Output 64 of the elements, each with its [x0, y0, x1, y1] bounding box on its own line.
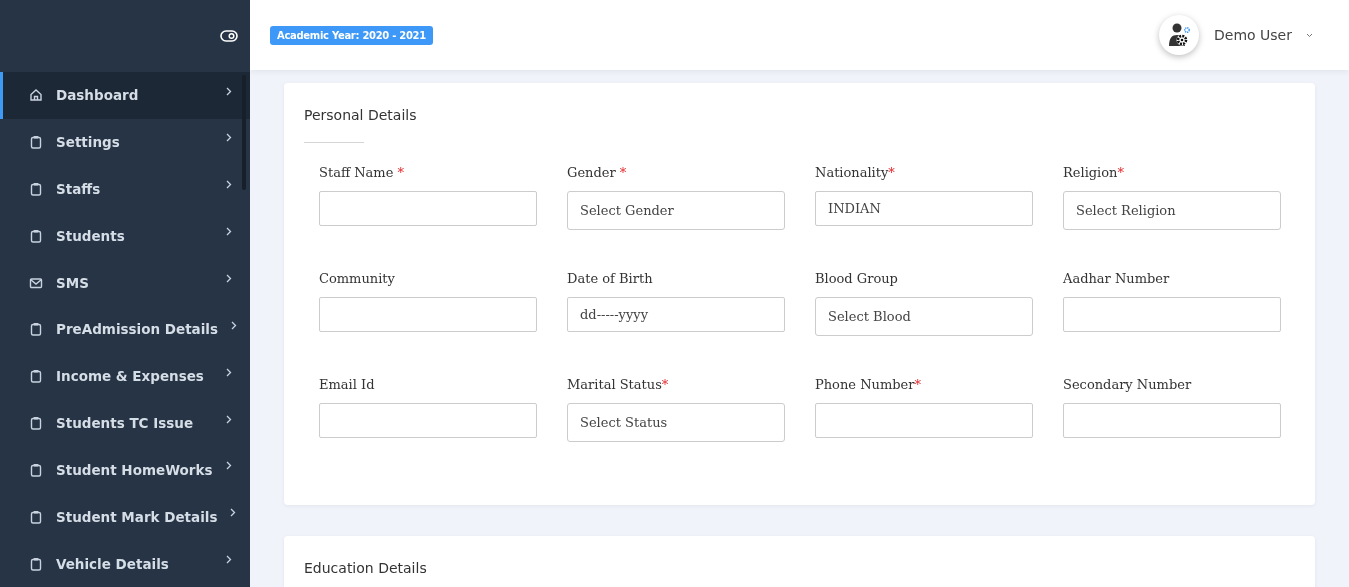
user-name[interactable]: Demo User	[1214, 27, 1292, 43]
input-field[interactable]	[1063, 297, 1281, 332]
input-field[interactable]	[319, 191, 537, 226]
chevron-icon	[231, 320, 237, 330]
chevron-icon	[226, 86, 232, 96]
clipboard-icon	[29, 322, 43, 337]
field-label: Secondary Number	[1063, 377, 1193, 394]
field-label: Date of Birth	[567, 271, 654, 288]
chevron-icon	[226, 414, 232, 424]
clipboard-icon	[29, 181, 43, 196]
field-label: Aadhar Number	[1063, 271, 1171, 288]
chevron-icon	[226, 227, 232, 237]
field-label: Religion*	[1063, 165, 1125, 182]
select-field[interactable]: Select Status	[567, 403, 785, 442]
field-label: Marital Status*	[567, 377, 670, 394]
home-icon	[29, 88, 43, 103]
field-label: Email Id	[319, 377, 376, 394]
clipboard-icon	[29, 416, 43, 431]
user-avatar[interactable]	[1159, 15, 1200, 55]
select-field[interactable]: Select Blood	[815, 297, 1033, 336]
field-label: Community	[319, 271, 396, 288]
sidebar-item[interactable]: Students TC Issue	[0, 399, 250, 447]
sidebar-item[interactable]: Vehicle Details	[0, 540, 250, 587]
select-field[interactable]: Select Religion	[1063, 191, 1281, 230]
section-title: Education Details	[304, 560, 427, 576]
sidebar-item[interactable]: Staffs	[0, 165, 250, 213]
select-field[interactable]: Select Gender	[567, 191, 785, 230]
input-field[interactable]: INDIAN	[815, 191, 1033, 226]
field-label: Phone Number*	[815, 377, 922, 394]
clipboard-icon	[29, 462, 43, 477]
chevron-icon	[226, 555, 232, 565]
input-field[interactable]	[1063, 403, 1281, 438]
field-label: Gender *	[567, 165, 628, 182]
chevron-icon	[226, 367, 232, 377]
sidebar-item[interactable]: SMS	[0, 259, 250, 306]
sidebar-item[interactable]: PreAdmission Details	[0, 305, 250, 353]
date-field[interactable]: dd-----yyyy	[567, 297, 785, 332]
input-field[interactable]	[815, 403, 1033, 438]
input-field[interactable]	[319, 403, 537, 438]
sidebar-item[interactable]: Student Mark Details	[0, 493, 250, 541]
clipboard-icon	[29, 134, 43, 149]
sidebar-item[interactable]: Student HomeWorks	[0, 446, 250, 494]
academic-year-badge: Academic Year: 2020 - 2021	[270, 25, 433, 45]
chevron-icon	[226, 274, 232, 283]
mail-icon	[29, 275, 43, 290]
sidebar-item[interactable]: Dashboard	[0, 71, 250, 119]
field-label: Staff Name *	[319, 165, 406, 182]
chevron-icon	[226, 133, 232, 143]
sidebar-item[interactable]: Settings	[0, 118, 250, 166]
clipboard-icon	[29, 509, 43, 524]
caret-icon[interactable]	[1306, 32, 1313, 38]
section-title: Personal Details	[304, 107, 417, 123]
clipboard-icon	[29, 556, 43, 571]
sidebar-item[interactable]: Students	[0, 212, 250, 260]
chevron-icon	[226, 461, 232, 471]
sidebar-item[interactable]: Income & Expenses	[0, 352, 250, 400]
chevron-icon	[230, 508, 237, 518]
toggle-icon[interactable]	[220, 29, 238, 42]
chevron-icon	[226, 180, 232, 190]
clipboard-icon	[29, 369, 43, 384]
input-field[interactable]	[319, 297, 537, 332]
clipboard-icon	[29, 228, 43, 243]
field-label: Blood Group	[815, 271, 899, 288]
field-label: Nationality*	[815, 165, 896, 182]
